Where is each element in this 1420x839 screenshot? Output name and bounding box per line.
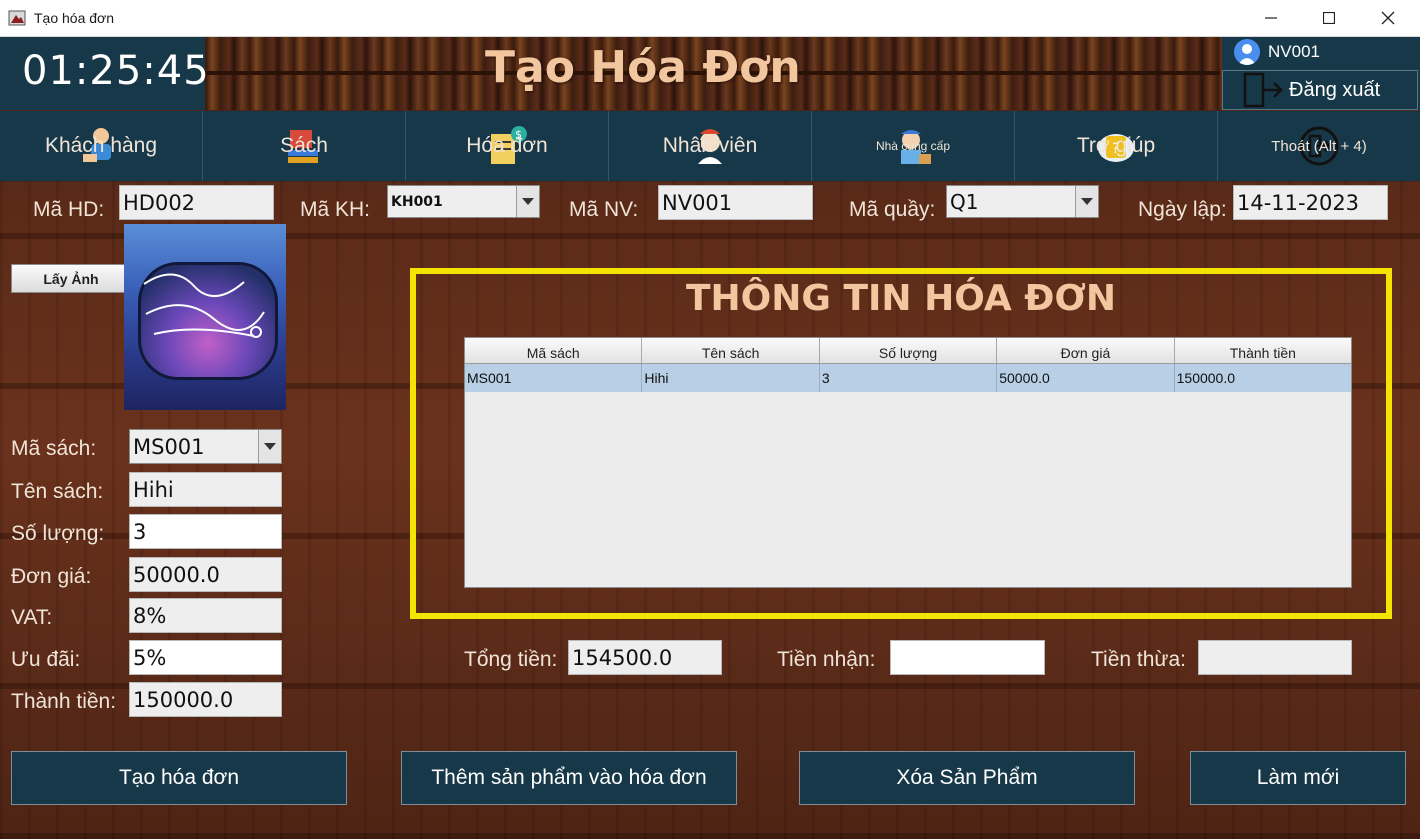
ma-sach-value: MS001 — [133, 434, 205, 459]
ngay-lap-field[interactable]: 14-11-2023 — [1233, 185, 1388, 220]
user-avatar-icon — [1234, 39, 1260, 65]
clock: 01:25:45 — [22, 48, 210, 94]
nav-exit[interactable]: Thoát (Alt + 4) — [1218, 111, 1420, 181]
invoice-table[interactable]: Mã sách Tên sách Số lượng Đơn giá Thành … — [464, 337, 1352, 588]
column-header[interactable]: Tên sách — [642, 338, 820, 363]
so-luong-label: Số lượng: — [11, 522, 105, 545]
tong-tien-label: Tổng tiền: — [464, 648, 558, 671]
column-header[interactable]: Mã sách — [465, 338, 643, 363]
table-header: Mã sách Tên sách Số lượng Đơn giá Thành … — [465, 338, 1351, 364]
ma-kh-value: KH001 — [391, 193, 443, 210]
ma-sach-label: Mã sách: — [11, 437, 97, 460]
book-cover-image — [124, 224, 286, 410]
ma-sach-select[interactable]: MS001 — [129, 429, 282, 464]
table-cell: 150000.0 — [1176, 370, 1236, 386]
nav-help-label: Trợ giúp — [1076, 134, 1156, 157]
nav-customers-label: Khách hàng — [44, 134, 158, 157]
nav-invoices[interactable]: $ Hóa đơn — [406, 111, 609, 181]
nav-invoices-label: Hóa đơn — [466, 134, 548, 157]
window-titlebar: Tạo hóa đơn — [0, 0, 1420, 37]
thanh-tien-label: Thành tiền: — [11, 690, 117, 713]
ma-quay-select[interactable]: Q1 — [946, 185, 1099, 218]
ma-hd-label: Mã HD: — [33, 198, 105, 221]
current-user: NV001 — [1234, 38, 1418, 66]
nav-employees-label: Nhân viên — [662, 134, 758, 157]
minimize-button[interactable] — [1242, 0, 1300, 36]
uu-dai-label: Ưu đãi: — [11, 648, 81, 671]
nav-help[interactable]: ? Trợ giúp — [1015, 111, 1218, 181]
window-title: Tạo hóa đơn — [34, 10, 115, 26]
table-cell: 50000.0 — [997, 364, 1175, 392]
chevron-down-icon — [258, 430, 281, 463]
uu-dai-field[interactable]: 5% — [129, 640, 282, 675]
column-header[interactable]: Đơn giá — [997, 338, 1175, 363]
page-title: Tạo Hóa Đơn — [485, 42, 801, 93]
user-name: NV001 — [1268, 42, 1320, 61]
maximize-button[interactable] — [1300, 0, 1358, 36]
nav-suppliers[interactable]: Nhà cung cấp — [812, 111, 1015, 181]
main-nav: Khách hàng Sách $ Hóa đơn Nhân viên Nhà … — [0, 111, 1420, 181]
nav-employees[interactable]: Nhân viên — [609, 111, 812, 181]
table-cell: Hihi — [642, 364, 820, 392]
table-cell: 3 — [820, 364, 998, 392]
so-luong-field[interactable]: 3 — [129, 514, 282, 549]
ten-sach-field[interactable]: Hihi — [129, 472, 282, 507]
column-header[interactable]: Số lượng — [820, 338, 998, 363]
add-product-button[interactable]: Thêm sản phẩm vào hóa đơn — [401, 751, 737, 805]
ma-nv-label: Mã NV: — [569, 198, 639, 221]
ma-nv-field[interactable]: NV001 — [658, 185, 813, 220]
ma-quay-value: Q1 — [950, 189, 979, 214]
tien-nhan-label: Tiền nhận: — [777, 648, 876, 671]
table-row[interactable]: MS001 Hihi 3 50000.0 150000.0 — [465, 364, 1351, 392]
ma-hd-field[interactable]: HD002 — [119, 185, 274, 220]
chevron-down-icon — [516, 186, 539, 217]
invoice-panel-title: THÔNG TIN HÓA ĐƠN — [685, 278, 1116, 319]
ten-sach-label: Tên sách: — [11, 480, 104, 503]
ma-quay-label: Mã quầy: — [849, 198, 936, 221]
tong-tien-field[interactable]: 154500.0 — [568, 640, 722, 675]
column-header[interactable]: Thành tiền — [1175, 338, 1351, 363]
nav-exit-label: Thoát (Alt + 4) — [1271, 137, 1367, 155]
nav-books-label: Sách — [280, 134, 328, 157]
close-button[interactable] — [1359, 0, 1417, 36]
app-icon — [8, 10, 26, 26]
nav-books[interactable]: Sách — [203, 111, 406, 181]
chevron-down-icon — [1075, 186, 1098, 217]
ma-kh-select[interactable]: KH001 — [387, 185, 540, 218]
tien-nhan-field[interactable] — [890, 640, 1045, 675]
nav-customers[interactable]: Khách hàng — [0, 111, 203, 181]
get-image-button[interactable]: Lấy Ảnh — [11, 264, 131, 293]
maximize-icon — [1323, 12, 1335, 24]
refresh-button[interactable]: Làm mới — [1190, 751, 1406, 805]
tien-thua-label: Tiền thừa: — [1091, 648, 1186, 671]
logout-button[interactable]: Đăng xuất — [1222, 70, 1418, 110]
logout-icon — [1243, 72, 1283, 108]
ngay-lap-label: Ngày lập: — [1138, 198, 1227, 221]
don-gia-label: Đơn giá: — [11, 565, 92, 588]
delete-product-button[interactable]: Xóa Sản Phẩm — [799, 751, 1135, 805]
thanh-tien-field[interactable]: 150000.0 — [129, 682, 282, 717]
minimize-icon — [1265, 17, 1277, 19]
create-invoice-button[interactable]: Tạo hóa đơn — [11, 751, 347, 805]
vat-field[interactable]: 8% — [129, 598, 282, 633]
nav-suppliers-label: Nhà cung cấp — [875, 139, 951, 153]
vat-label: VAT: — [11, 606, 53, 629]
don-gia-field[interactable]: 50000.0 — [129, 557, 282, 592]
table-cell: MS001 — [465, 364, 643, 392]
tien-thua-field[interactable] — [1198, 640, 1352, 675]
logout-label: Đăng xuất — [1289, 78, 1381, 101]
ma-kh-label: Mã KH: — [300, 198, 371, 221]
close-icon — [1381, 11, 1395, 25]
